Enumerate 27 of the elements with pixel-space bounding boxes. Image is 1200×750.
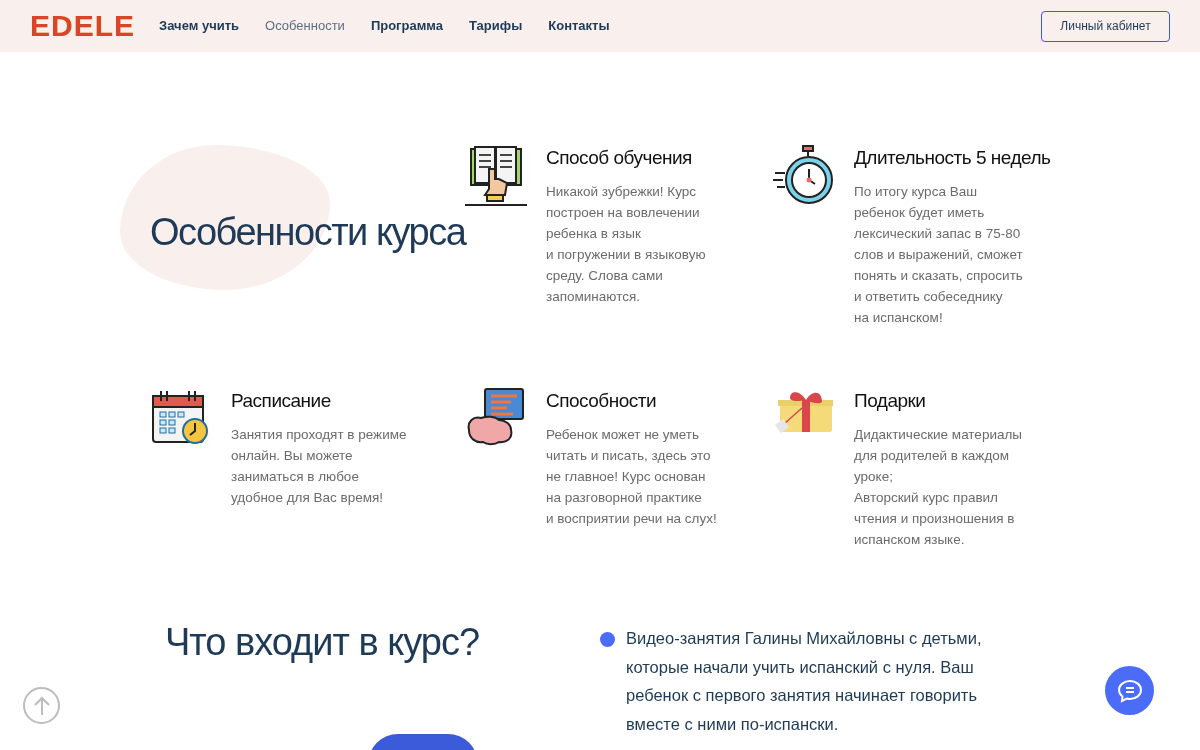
feature-title: Длительность 5 недель xyxy=(854,146,1052,170)
nav-link[interactable]: Тарифы xyxy=(469,16,523,36)
feature-description: По итогу курса Ваш ребенок будет иметь лексический запас в 75-80 слов и выражений, сможет понять и сказать, спросить и ответить собеседнику на испанском! xyxy=(854,183,1024,327)
feature-description: Ребенок может не уметь читать и писать, здесь это не главное! Курс основан на разговорной практике и восприятии речи на слух! xyxy=(546,426,718,528)
chat-icon xyxy=(1116,678,1143,703)
feature-title: Подарки xyxy=(854,389,927,413)
nav-link[interactable]: Зачем учить xyxy=(159,16,240,36)
stopwatch-icon xyxy=(773,145,835,207)
logo[interactable]: EDELE xyxy=(30,11,136,41)
list-item-text: Видео-занятия Галины Михайловны с детьми, которые начали учить испанский с нуля. Ваш ребенок с первого занятия начинает говорить вместе с ними по-испански. xyxy=(626,628,982,735)
section-heading: Что входит в курс? xyxy=(165,620,481,665)
chat-button[interactable] xyxy=(1105,666,1154,715)
calendar-clock-icon xyxy=(152,388,210,446)
feature-title: Расписание xyxy=(231,389,332,413)
nav-link[interactable]: Контакты xyxy=(548,16,610,36)
nav-link[interactable]: Особенности xyxy=(265,16,345,36)
feature-title: Способности xyxy=(546,389,658,413)
feature-title: Способ обучения xyxy=(546,146,693,170)
brain-chart-icon xyxy=(467,388,525,446)
feature-description: Дидактические материалы для родителей в каждом уроке; Авторский курс правил чтения и произношения в испанском языке. xyxy=(854,426,1024,549)
feature-description: Занятия проходят в режиме онлайн. Вы можете заниматься в любое удобное для Вас время! xyxy=(231,426,408,507)
account-button[interactable]: Личный кабинет xyxy=(1041,10,1170,42)
book-hand-icon xyxy=(465,145,527,207)
feature-description: Никакой зубрежки! Курс построен на вовлечении ребенка в язык и погружении в языковую среду. Слова сами запоминаются. xyxy=(546,183,707,306)
nav-link[interactable]: Программа xyxy=(370,16,443,36)
arrow-up-icon xyxy=(33,695,50,716)
section-heading: Особенности курса xyxy=(150,210,465,255)
